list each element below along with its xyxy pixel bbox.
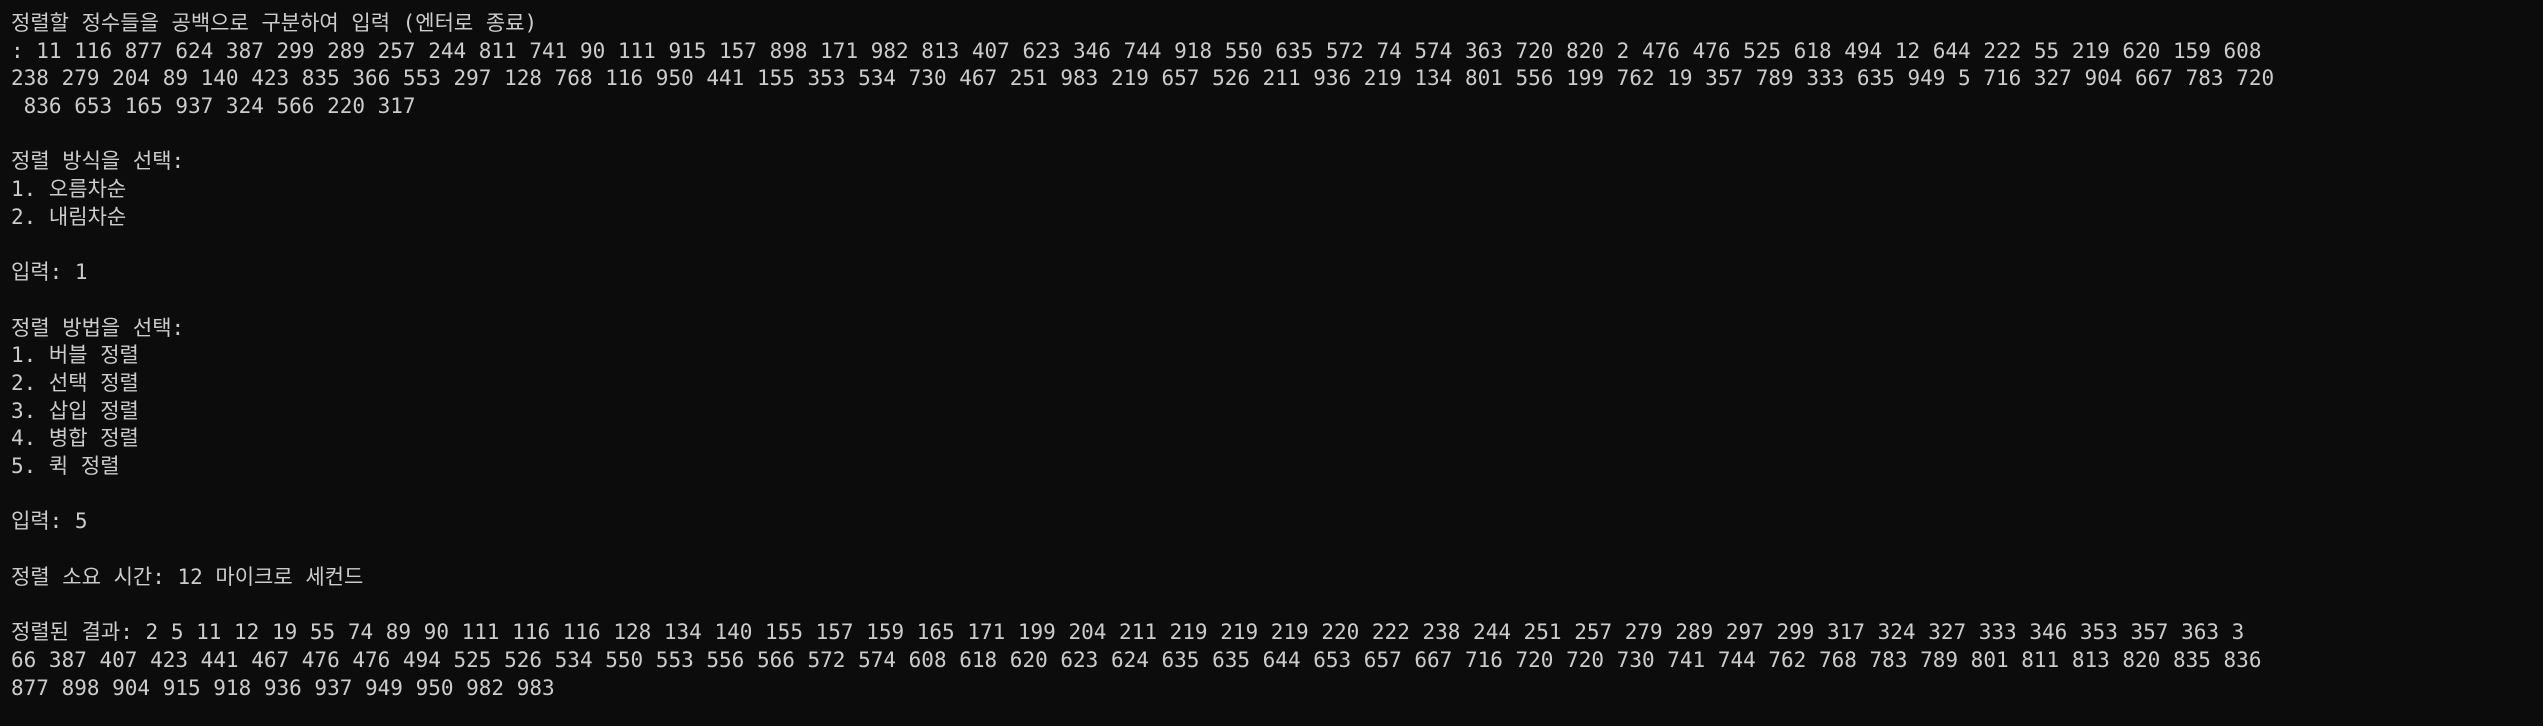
- sort-method-option: 4. 병합 정렬: [11, 426, 139, 451]
- prompt-line: 정렬할 정수들을 공백으로 구분하여 입력 (엔터로 종료): [11, 11, 538, 35]
- sort-order-option: 1. 오름차순: [11, 177, 127, 202]
- sort-method-input: 입력: 5: [11, 509, 88, 534]
- input-numbers-line: 238 279 204 89 140 423 835 366 553 297 1…: [11, 66, 2275, 91]
- sort-order-input: 입력: 1: [11, 260, 88, 285]
- result-line: 877 898 904 915 918 936 937 949 950 982 …: [11, 675, 555, 700]
- sort-order-heading: 정렬 방식을 선택:: [11, 149, 185, 174]
- sort-method-option: 2. 선택 정렬: [11, 370, 139, 395]
- elapsed-time-line: 정렬 소요 시간: 12 마이크로 세컨드: [11, 564, 364, 589]
- sort-order-option: 2. 내림차순: [11, 204, 127, 229]
- sort-method-heading: 정렬 방법을 선택:: [11, 315, 185, 340]
- sort-method-option: 1. 버블 정렬: [11, 343, 139, 368]
- result-line: 66 387 407 423 441 467 476 476 494 525 5…: [11, 647, 2262, 672]
- input-numbers-line: 836 653 165 937 324 566 220 317: [11, 94, 416, 119]
- console-output[interactable]: 정렬할 정수들을 공백으로 구분하여 입력 (엔터로 종료) : 11 116 …: [0, 0, 2543, 726]
- result-line: 정렬된 결과: 2 5 11 12 19 55 74 89 90 111 116…: [11, 620, 2245, 645]
- sort-method-option: 5. 퀵 정렬: [11, 454, 120, 478]
- sort-method-option: 3. 삽입 정렬: [11, 398, 139, 423]
- input-numbers-line: : 11 116 877 624 387 299 289 257 244 811…: [11, 38, 2262, 63]
